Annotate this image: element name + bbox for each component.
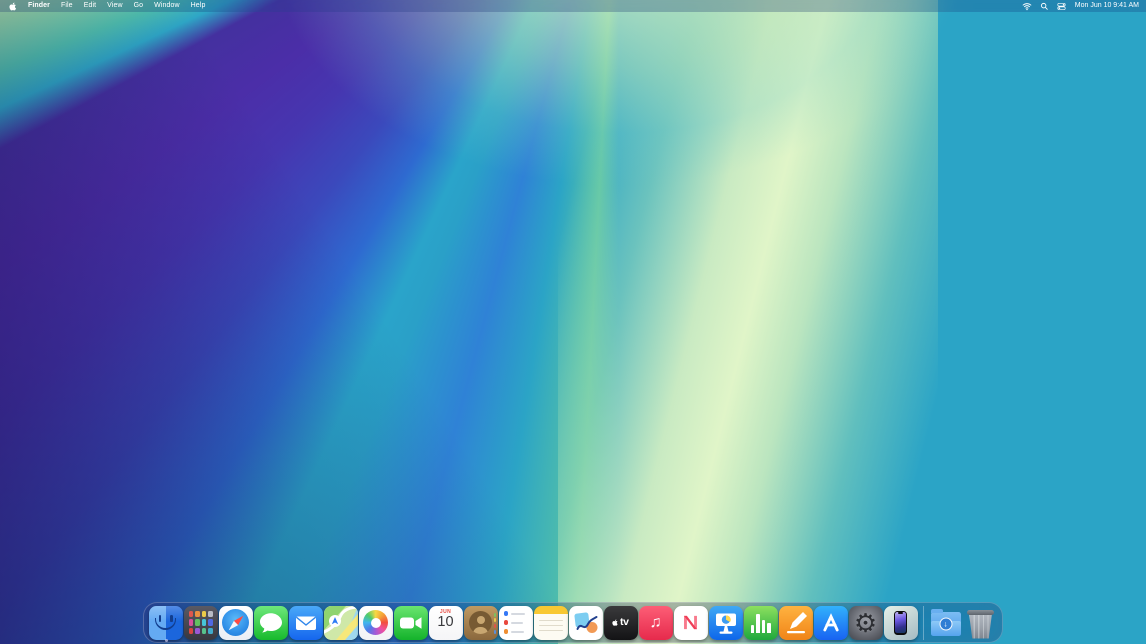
app-store-a-icon — [814, 606, 848, 640]
finder-running-indicator — [165, 639, 168, 642]
contacts-tabs — [494, 613, 497, 635]
contacts-silhouette — [469, 611, 492, 634]
dock-icon-notes[interactable] — [534, 606, 568, 640]
reminder-dot-orange — [504, 629, 509, 634]
dock-icon-contacts[interactable] — [464, 606, 498, 640]
iphone-outline — [894, 611, 907, 635]
desktop-wallpaper[interactable] — [0, 0, 1146, 644]
control-center-icon[interactable] — [1053, 2, 1070, 11]
apple-logo-icon — [9, 2, 17, 11]
dock-icon-messages[interactable] — [254, 606, 288, 640]
safari-needle — [219, 606, 253, 640]
wallpaper-vignette — [0, 0, 1146, 644]
dock-icon-music[interactable]: ♫ — [639, 606, 673, 640]
map-icon — [324, 606, 358, 640]
menu-edit[interactable]: Edit — [78, 0, 101, 12]
menu-bar: Finder File Edit View Go Window Help Mon… — [0, 0, 1146, 12]
dock-icon-photos[interactable] — [359, 606, 393, 640]
menu-go[interactable]: Go — [128, 0, 149, 12]
dock-icon-calendar[interactable]: JUN 10 — [429, 606, 463, 640]
numbers-bar-chart — [751, 614, 771, 633]
menu-bar-right: Mon Jun 10 9:41 AM — [1018, 0, 1146, 12]
download-badge: ↓ — [939, 618, 952, 631]
menu-view[interactable]: View — [102, 0, 128, 12]
dock-icon-mail[interactable] — [289, 606, 323, 640]
dock-icon-reminders[interactable] — [499, 606, 533, 640]
menu-help[interactable]: Help — [185, 0, 211, 12]
music-note-icon: ♫ — [650, 615, 662, 631]
trash-body — [969, 614, 992, 639]
dock-icon-trash[interactable] — [964, 606, 998, 640]
dock-icon-launchpad[interactable] — [184, 606, 218, 640]
dock-icon-tv[interactable]: tv — [604, 606, 638, 640]
spotlight-search-icon[interactable] — [1036, 2, 1053, 11]
dock-icon-freeform[interactable] — [569, 606, 603, 640]
reminder-dot-red — [504, 620, 509, 625]
dock-icon-news[interactable] — [674, 606, 708, 640]
news-n-icon — [681, 613, 700, 632]
dock-icon-numbers[interactable] — [744, 606, 778, 640]
apple-logo-icon — [612, 619, 618, 626]
gear-icon: ⚙ — [854, 610, 877, 636]
menu-window[interactable]: Window — [149, 0, 186, 12]
tv-label: tv — [620, 617, 629, 628]
menu-bar-left: Finder File Edit View Go Window Help — [0, 0, 211, 12]
dock-icon-downloads[interactable]: ↓ — [929, 606, 963, 640]
dock-icon-iphone-mirroring[interactable] — [884, 606, 918, 640]
dock-separator[interactable] — [923, 606, 924, 640]
keynote-podium — [709, 606, 743, 640]
dock-icon-keynote[interactable] — [709, 606, 743, 640]
pages-pen — [779, 606, 813, 640]
menu-bar-clock[interactable]: Mon Jun 10 9:41 AM — [1070, 0, 1146, 12]
dock-icon-safari[interactable] — [219, 606, 253, 640]
photos-pinwheel — [363, 610, 388, 635]
trash-rim — [967, 610, 994, 615]
calendar-day-label: 10 — [437, 615, 453, 630]
menu-finder[interactable]: Finder — [23, 0, 56, 12]
speech-bubble-icon — [254, 606, 288, 640]
dock-icon-app-store[interactable] — [814, 606, 848, 640]
finder-smile — [155, 618, 176, 630]
dock-icon-finder[interactable] — [149, 606, 183, 640]
freeform-shapes — [569, 606, 603, 640]
envelope-icon — [289, 606, 323, 640]
menu-file[interactable]: File — [56, 0, 79, 12]
dock: JUN 10 tv ♫ — [143, 602, 1003, 643]
video-camera-icon — [394, 606, 428, 640]
dock-icon-maps[interactable] — [324, 606, 358, 640]
iphone-screen — [895, 612, 905, 633]
dock-icon-system-settings[interactable]: ⚙ — [849, 606, 883, 640]
wifi-icon[interactable] — [1018, 2, 1036, 11]
download-arrow-icon: ↓ — [944, 620, 948, 628]
reminder-dot-blue — [504, 611, 509, 616]
apple-menu[interactable] — [0, 2, 23, 11]
dock-icon-pages[interactable] — [779, 606, 813, 640]
dock-icon-facetime[interactable] — [394, 606, 428, 640]
